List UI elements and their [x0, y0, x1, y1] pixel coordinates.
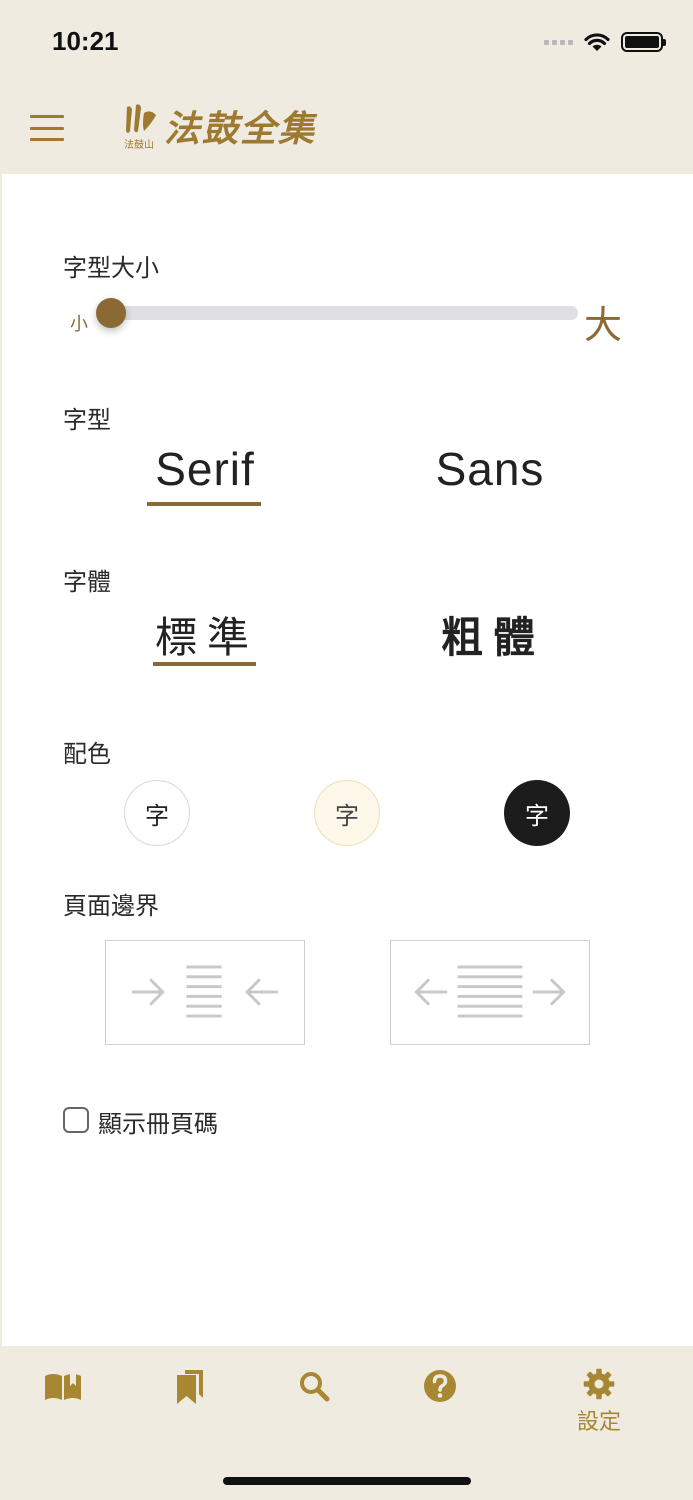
open-book-icon — [45, 1372, 81, 1400]
font-size-label: 字型大小 — [63, 254, 159, 282]
font-weight-option-regular[interactable]: 標準 — [148, 604, 266, 665]
margin-option-wide[interactable] — [390, 940, 590, 1045]
logo-mark-icon: 法鼓山 — [124, 101, 160, 151]
font-family-label: 字型 — [63, 406, 111, 434]
tab-search[interactable] — [284, 1366, 344, 1436]
tab-settings-label: 設定 — [576, 1410, 621, 1435]
font-weight-option-bold[interactable]: 粗體 — [434, 604, 552, 665]
status-time: 10:21 — [52, 26, 119, 56]
font-option-serif[interactable]: Serif — [146, 442, 264, 496]
font-size-slider-track[interactable] — [100, 306, 578, 320]
font-weight-selected-underline — [153, 662, 256, 666]
status-icons — [544, 30, 666, 54]
color-swatch-white[interactable]: 字 — [124, 780, 190, 846]
font-option-sans[interactable]: Sans — [428, 442, 552, 496]
tab-bookmarks[interactable] — [159, 1366, 219, 1436]
page-margin-label: 頁面邊界 — [63, 892, 159, 920]
color-swatch-dark[interactable]: 字 — [504, 780, 570, 846]
font-weight-label: 字體 — [63, 568, 111, 596]
show-page-numbers-label[interactable]: 顯示冊頁碼 — [98, 1104, 218, 1139]
tab-settings[interactable]: 設定 — [568, 1366, 630, 1436]
search-icon — [300, 1372, 330, 1402]
tab-books[interactable] — [33, 1366, 93, 1436]
menu-button[interactable] — [30, 115, 64, 141]
margin-option-narrow[interactable] — [105, 940, 305, 1045]
gear-icon — [583, 1368, 615, 1400]
logo-title: 法鼓全集 — [164, 108, 317, 150]
battery-icon — [621, 32, 666, 52]
show-page-numbers-checkbox[interactable] — [63, 1107, 89, 1133]
home-indicator[interactable] — [223, 1477, 471, 1485]
narrow-margin-icon — [131, 965, 279, 1018]
color-scheme-label: 配色 — [63, 740, 111, 768]
font-size-min-label: 小 — [70, 314, 88, 335]
logo-subtitle: 法鼓山 — [124, 140, 154, 151]
tab-help[interactable] — [410, 1366, 470, 1436]
font-size-slider-thumb[interactable] — [96, 298, 126, 328]
font-size-max-label: 大 — [584, 303, 623, 347]
cellular-signal-icon — [544, 39, 573, 45]
help-icon — [424, 1370, 456, 1402]
settings-panel: 字型大小 小 大 字型 Serif Sans 字體 標準 粗體 配色 字 字 字… — [2, 174, 693, 1346]
wide-margin-icon — [414, 965, 566, 1018]
color-swatch-cream[interactable]: 字 — [314, 780, 380, 846]
wifi-icon — [584, 33, 610, 51]
bookmarks-icon — [177, 1370, 203, 1404]
app-logo: 法鼓山 法鼓全集 — [124, 100, 316, 152]
font-family-selected-underline — [147, 502, 261, 506]
